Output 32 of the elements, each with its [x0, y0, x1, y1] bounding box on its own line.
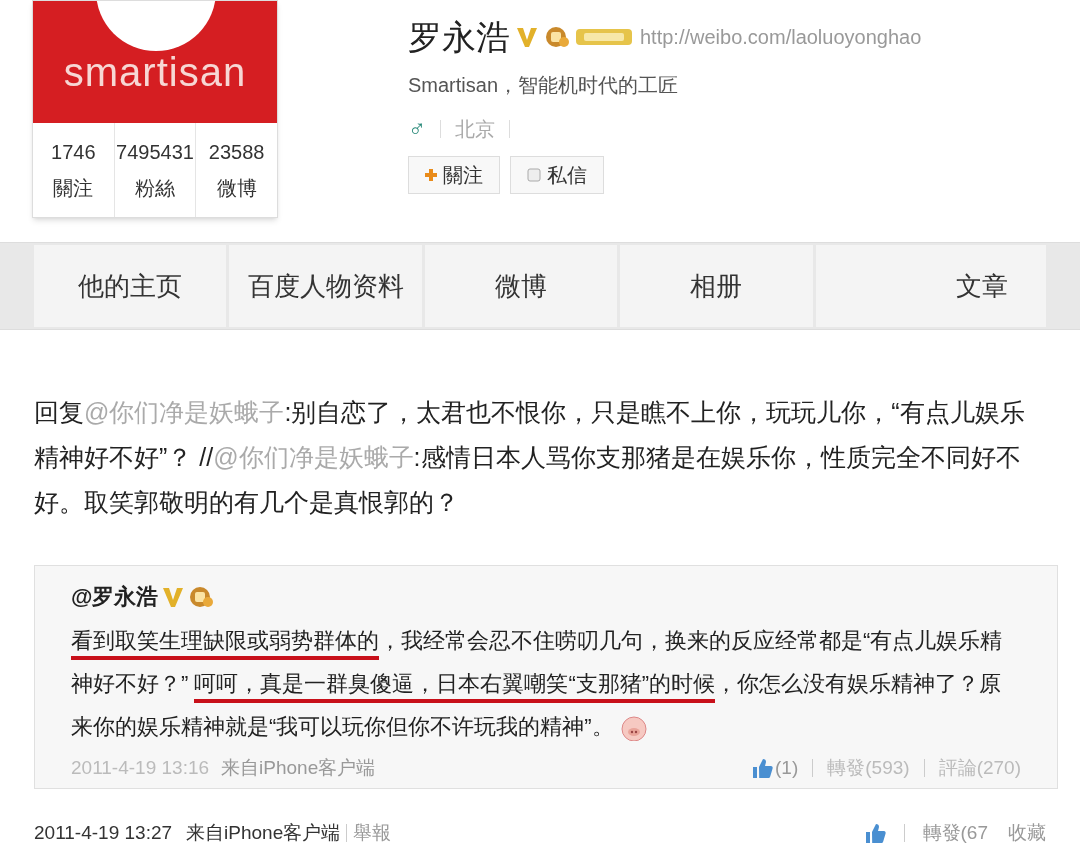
verified-v-icon — [516, 26, 538, 48]
post-text: 回复@你们净是妖蛾子:别自恋了，太君也不恨你，只是瞧不上你，玩玩儿你，“有点儿娱乐精神好不好”？ //@你们净是妖蛾子:感情日本人骂你支那猪是在娱乐你，性质完全不同好不好。取笑郭敬明的有几个是真恨郭的？ — [33, 397, 1026, 518]
nav-tab[interactable]: 相册 — [620, 245, 813, 327]
profile-name: 罗永浩 — [408, 16, 510, 58]
stat-label[interactable]: 微博 — [216, 173, 257, 203]
verified-v-icon — [162, 585, 185, 608]
quote-author[interactable]: @罗永浩 — [71, 580, 159, 613]
nav-tab[interactable]: 文章 — [815, 245, 1047, 327]
thumbs-up-icon — [751, 757, 774, 780]
plus-icon — [425, 169, 437, 181]
logo-text: smartisan — [63, 49, 247, 96]
stat-label[interactable]: 粉絲 — [135, 173, 175, 203]
gender-symbol: ♂ — [408, 114, 426, 144]
nav-tab[interactable]: 微博 — [424, 245, 618, 327]
message-button[interactable]: 私信 — [510, 156, 604, 194]
stat-label[interactable]: 關注 — [53, 173, 94, 203]
location-text: 北京 — [455, 117, 495, 142]
level-icon — [544, 26, 570, 48]
post-source[interactable]: 来自iPhone客户端 — [186, 819, 341, 848]
level-icon — [188, 585, 215, 608]
stat-count: 1746 — [51, 140, 96, 165]
nav-tab[interactable]: 他的主页 — [34, 245, 227, 327]
stat-count: 7495431 — [116, 140, 194, 165]
nav-tab[interactable]: 百度人物资料 — [229, 245, 422, 327]
quote-text: 看到取笑生理缺限或弱势群体的，我经常会忍不住唠叨几句，换来的反应经常都是“有点儿娱乐精神好不好？” 呵呵，真是一群臭傻逼，日本右翼嘲笑“支那猪”的时候，你怎么没有娱乐精神了？原来你的娱乐精神就是“我可以玩你但你不许玩我的精神”。 — [71, 619, 1021, 748]
profile-bio: Smartisan，智能机时代的工匠 — [408, 73, 680, 98]
thumbs-up-icon — [863, 822, 886, 845]
pig-face-icon — [619, 715, 648, 742]
stat-count: 23588 — [208, 140, 265, 165]
post-time[interactable]: 2011-4-19 13:27 — [34, 819, 173, 848]
follow-button[interactable]: 關注 — [408, 156, 500, 194]
checkbox-icon — [527, 168, 541, 182]
